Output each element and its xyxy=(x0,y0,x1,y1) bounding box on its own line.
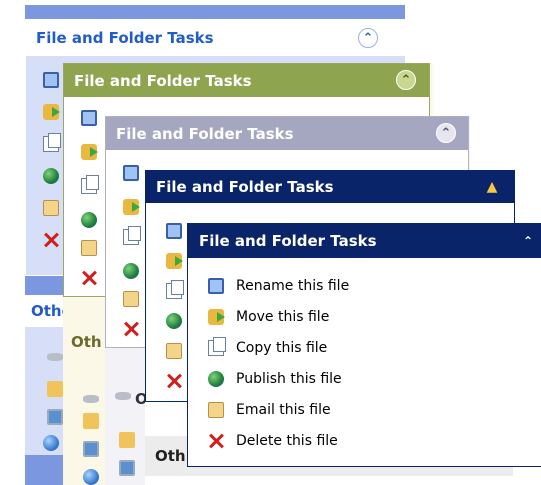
copy-icon xyxy=(208,336,226,356)
task-rename[interactable]: Rename this file xyxy=(206,270,349,301)
move-icon xyxy=(81,144,98,160)
network-icon xyxy=(43,435,59,451)
classic-panel-title: File and Folder Tasks xyxy=(199,232,377,250)
olive-panel-title: File and Folder Tasks xyxy=(74,71,252,90)
rename-icon xyxy=(81,110,97,126)
navy-other-title: Oth xyxy=(155,447,186,465)
folder-icon xyxy=(119,432,135,448)
delete-icon xyxy=(123,321,139,337)
copy-icon xyxy=(123,226,141,245)
classic-collapse-icon[interactable]: ⌃ xyxy=(518,231,538,251)
network-icon xyxy=(83,469,99,485)
task-publish[interactable]: Publish this file xyxy=(206,363,349,394)
drive-icon xyxy=(47,353,63,361)
task-label[interactable]: Delete this file xyxy=(236,433,338,449)
task-label[interactable]: Copy this file xyxy=(236,340,327,356)
task-delete[interactable]: Delete this file xyxy=(206,425,349,456)
task-label[interactable]: Email this file xyxy=(236,402,331,418)
classic-panel-header[interactable]: File and Folder Tasks xyxy=(188,224,541,258)
drive-icon xyxy=(83,395,99,403)
navy-collapse-icon[interactable]: ▲ xyxy=(482,177,502,197)
task-copy[interactable]: Copy this file xyxy=(206,332,349,363)
classic-task-panel: File and Folder Tasks ⌃ Rename this file… xyxy=(187,223,541,467)
olive-other-title: Oth xyxy=(71,333,102,351)
copy-icon xyxy=(43,133,61,152)
delete-icon xyxy=(43,232,59,248)
rename-icon xyxy=(208,277,224,294)
navy-panel-header[interactable]: File and Folder Tasks xyxy=(146,171,514,203)
delete-icon xyxy=(166,373,182,389)
rename-icon xyxy=(123,165,139,181)
navy-panel-title: File and Folder Tasks xyxy=(156,178,334,196)
email-icon xyxy=(166,343,182,359)
publish-icon xyxy=(208,370,224,387)
task-label[interactable]: Publish this file xyxy=(236,371,342,387)
copy-icon xyxy=(81,175,99,194)
blue-collapse-icon[interactable]: ⌃ xyxy=(358,28,378,48)
task-label[interactable]: Move this file xyxy=(236,309,329,325)
publish-icon xyxy=(81,212,97,228)
computer-icon xyxy=(119,460,135,476)
email-icon xyxy=(208,401,224,418)
publish-icon xyxy=(166,313,182,329)
olive-panel-header[interactable]: File and Folder Tasks xyxy=(64,64,429,97)
email-icon xyxy=(123,291,139,307)
rename-icon xyxy=(166,223,182,239)
folder-icon xyxy=(83,413,99,429)
blue-panel-title: File and Folder Tasks xyxy=(36,29,214,47)
delete-icon xyxy=(81,270,97,286)
task-list: Rename this file Move this file Copy thi… xyxy=(206,270,349,456)
silver-panel-title: File and Folder Tasks xyxy=(116,124,294,143)
task-label[interactable]: Rename this file xyxy=(236,278,349,294)
computer-icon xyxy=(83,441,99,457)
drive-icon xyxy=(115,392,131,400)
delete-icon xyxy=(208,433,224,449)
move-icon xyxy=(123,199,140,215)
move-icon xyxy=(43,104,60,120)
computer-icon xyxy=(47,409,63,425)
publish-icon xyxy=(43,168,59,184)
publish-icon xyxy=(123,263,139,279)
silver-collapse-icon[interactable]: ⌃ xyxy=(436,123,456,143)
task-move[interactable]: Move this file xyxy=(206,301,349,332)
olive-collapse-icon[interactable]: ⌃ xyxy=(396,70,416,90)
email-icon xyxy=(43,200,59,216)
folder-icon xyxy=(47,381,63,397)
move-icon xyxy=(208,308,225,325)
copy-icon xyxy=(166,280,184,299)
move-icon xyxy=(166,253,183,269)
email-icon xyxy=(81,240,97,256)
rename-icon xyxy=(43,72,59,88)
task-email[interactable]: Email this file xyxy=(206,394,349,425)
blue-panel-header[interactable]: File and Folder Tasks xyxy=(26,20,405,56)
silver-panel-header[interactable]: File and Folder Tasks xyxy=(106,117,468,150)
